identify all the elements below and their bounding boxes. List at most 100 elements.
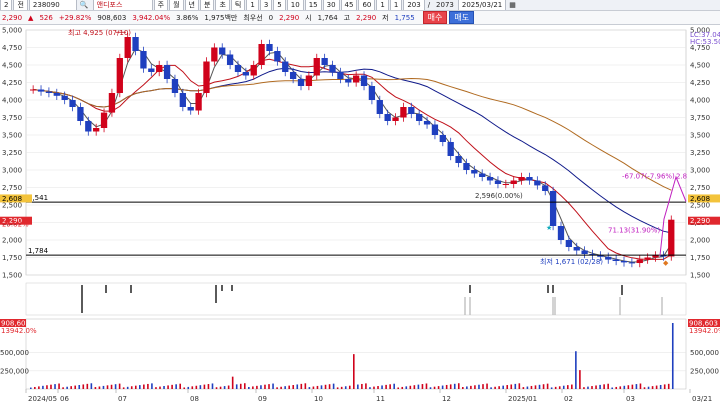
candle-body <box>289 72 297 79</box>
buy-button[interactable]: 매수 <box>422 11 448 24</box>
period-button-14[interactable]: 1 <box>376 0 389 10</box>
volume-bar <box>591 386 593 389</box>
candle-body <box>305 75 313 86</box>
search-icon[interactable]: 🔍 <box>78 1 91 9</box>
candle-body <box>297 79 305 86</box>
sell-button[interactable]: 매도 <box>449 11 475 24</box>
volume-bar <box>474 385 476 389</box>
candle-body <box>282 61 289 72</box>
candle-body <box>549 191 557 226</box>
period-button-5[interactable]: 틱 <box>230 0 246 10</box>
date-input[interactable]: 2025/03/21 <box>457 0 507 10</box>
volume-bar <box>534 385 537 389</box>
y-tick-label-right: 3,000 <box>690 167 710 175</box>
range-input[interactable]: 203 <box>403 0 425 10</box>
period-button-13[interactable]: 60 <box>358 0 376 10</box>
period-button-3[interactable]: 분 <box>200 0 215 10</box>
candle-body <box>384 114 391 121</box>
candle-body <box>542 185 549 191</box>
y-tick-label-right: 4,000 <box>690 97 710 105</box>
y-tick-label-left: 4,000 <box>2 97 22 105</box>
price-axis: 5,000 5,0004,750 4,7504,500 4,5004,250 4,250… <box>2 27 710 280</box>
y-tick-label-right: 3,750 <box>690 114 710 122</box>
volume-bar <box>421 384 424 389</box>
candle-body <box>605 256 612 260</box>
volume-bar <box>462 387 464 389</box>
x-tick-label: 10 <box>314 395 323 403</box>
period-button-9[interactable]: 10 <box>286 0 304 10</box>
volume-bar <box>159 386 161 389</box>
x-tick-label: 2025/01 <box>508 395 537 403</box>
volume-bar <box>647 386 650 389</box>
volume-bar <box>126 386 129 389</box>
candle-body <box>471 170 478 174</box>
volume-bar <box>284 386 286 389</box>
y-tick-label-right: 4,250 <box>690 79 710 87</box>
volume-bar <box>110 384 113 389</box>
candle-body <box>463 163 470 170</box>
candle-body <box>439 135 446 142</box>
period-button-15[interactable]: 1 <box>389 0 403 10</box>
period-button-0[interactable]: 주 <box>153 0 169 10</box>
volume-bar <box>308 387 311 389</box>
y-tick-label-left: 3,500 <box>2 132 22 140</box>
period-button-10[interactable]: 15 <box>304 0 322 10</box>
y-tick-label-right: 2,000 <box>690 237 710 245</box>
candle-body <box>30 89 37 91</box>
volume-bar <box>147 383 149 389</box>
volume-bar <box>82 384 85 389</box>
period-button-2[interactable]: 년 <box>184 0 199 10</box>
chart-annotations: 2,2902,6082,6082,29029.82%LC:37.04HC:53.… <box>0 28 720 267</box>
volume-bar <box>304 383 307 389</box>
volume-bar <box>550 387 553 389</box>
y-tick-label-right: 1,750 <box>690 254 710 262</box>
candle-body <box>636 259 643 264</box>
candle-body <box>628 262 636 264</box>
stock-chart[interactable]: 2,5411,784 5,000 5,0004,750 4,7504,500 4,50… <box>0 25 720 404</box>
y-tick-label-left: 3,000 <box>2 167 22 175</box>
current-price-tag: 2,290 <box>690 217 710 225</box>
volume-bar <box>312 386 315 389</box>
period-button-12[interactable]: 45 <box>340 0 358 10</box>
price-change-pct: +29.82% <box>58 13 92 22</box>
period-button-11[interactable]: 30 <box>322 0 340 10</box>
mode-select[interactable]: 전 <box>13 0 28 10</box>
candle-body <box>53 93 60 96</box>
volume-bar <box>393 383 395 389</box>
candle-body <box>376 100 383 114</box>
volume-tick-right: 500,000 <box>690 349 719 357</box>
volume-bar <box>663 384 666 389</box>
period-button-6[interactable]: 1 <box>246 0 259 10</box>
y-tick-label-left: 4,500 <box>2 62 22 70</box>
volume-bar <box>163 385 165 389</box>
candle-body <box>45 91 53 93</box>
volume-tick-left: 250,000 <box>0 367 29 375</box>
volume-bar <box>223 386 226 389</box>
candle-body <box>69 100 76 107</box>
volume-bar <box>409 385 412 389</box>
candle-body <box>581 250 588 254</box>
volume-bar <box>494 386 496 389</box>
volume-bar <box>401 386 404 389</box>
candle-body <box>502 184 509 185</box>
y-tick-label-left: 5,000 <box>2 27 22 35</box>
volume-bar <box>54 384 56 389</box>
num-field[interactable]: 2 <box>0 0 13 10</box>
period-button-1[interactable]: 월 <box>169 0 184 10</box>
stock-name-field[interactable]: 앤디포스 <box>92 0 153 10</box>
y-tick-label-right: 2,750 <box>690 184 710 192</box>
volume-bar <box>571 384 573 389</box>
volume-bar <box>122 387 125 389</box>
stock-code-input[interactable]: 238090 <box>28 0 77 10</box>
volume-bar <box>619 386 622 389</box>
calendar-icon[interactable]: ▦ <box>507 1 518 9</box>
ma-line-3 <box>33 48 672 263</box>
volume-bar <box>78 385 81 389</box>
period-button-4[interactable]: 초 <box>215 0 230 10</box>
period-button-7[interactable]: 3 <box>259 0 273 10</box>
volume-tick-right: 250,000 <box>690 367 719 375</box>
y-tick-label-right: 3,500 <box>690 132 710 140</box>
x-tick-label: 08 <box>190 395 199 403</box>
volume-bar <box>30 387 32 389</box>
period-button-8[interactable]: 5 <box>273 0 286 10</box>
